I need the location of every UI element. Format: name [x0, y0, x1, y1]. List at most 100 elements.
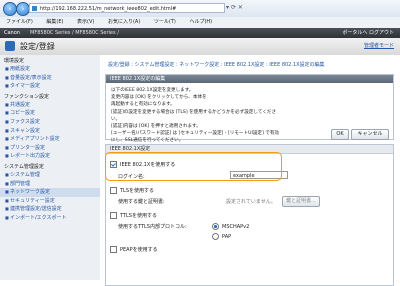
ok-button[interactable]: OK: [331, 129, 349, 140]
sidebar-item-timer[interactable]: ■ タイマー設定: [0, 82, 100, 91]
breadcrumb[interactable]: 設定/登録 : システム管理設定 : ネットワーク設定 : IEEE 802.1…: [108, 61, 325, 68]
menu-edit[interactable]: 編集(E): [46, 19, 63, 25]
sidebar-item-copy[interactable]: ■ コピー設定: [0, 109, 100, 118]
bullet-icon: ■: [5, 66, 9, 71]
pap-option[interactable]: PAP: [212, 233, 231, 240]
notice-panel: IEEE 802.1X設定の編集 以下のIEEE 802.1X設定を変更します。…: [105, 74, 394, 143]
title-bar: 設定/登録 管理者モード: [0, 38, 400, 56]
sidebar-item-dept[interactable]: ■ 部門管理: [0, 180, 100, 189]
bullet-icon: ■: [5, 144, 9, 150]
sidebar-item-media-print[interactable]: ■ メディアプリント設定: [0, 135, 100, 144]
menu-view[interactable]: 表示(V): [77, 19, 94, 25]
home-icon[interactable]: [5, 41, 15, 51]
cert-status: 設定されていません。: [226, 199, 276, 205]
menu-help[interactable]: ヘルプ(H): [189, 19, 212, 25]
ttls-checkbox[interactable]: [110, 212, 117, 219]
bullet-icon: ■: [5, 180, 9, 186]
address-bar: ‹ › http://192.168.222.51/m_network_ieee…: [0, 0, 400, 18]
pap-radio[interactable]: [212, 233, 219, 240]
page-icon: [32, 6, 37, 11]
peap-checkbox[interactable]: [110, 246, 117, 253]
sidebar-item-label: プリンター設定: [10, 144, 46, 151]
sidebar-item-system[interactable]: ■ システム管理: [0, 171, 100, 180]
header-links[interactable]: ポータルへ ログアウト: [342, 28, 394, 38]
bullet-icon: ■: [5, 189, 9, 195]
sidebar-item-label: レポート出力設定: [10, 153, 51, 160]
brand-logo: Canon: [4, 30, 20, 36]
bullet-icon: ■: [5, 171, 9, 177]
sidebar-item-label: 連携管理設定/送信設定: [10, 206, 62, 213]
mschap-radio[interactable]: [212, 223, 219, 230]
sidebar-item-label: 部門管理: [10, 180, 31, 187]
ttls-protocol-label: 使用するTTLS内部プロトコル:: [118, 224, 187, 230]
cancel-button[interactable]: キャンセル: [351, 129, 389, 140]
notice-text: 以下のIEEE 802.1X設定を変更します。 変更内容は [OK] をクリック…: [111, 88, 280, 144]
mschap-label: MSCHAPv2: [222, 224, 250, 230]
main-content: 設定/登録 : システム管理設定 : ネットワーク設定 : IEEE 802.1…: [100, 55, 400, 286]
peap-row[interactable]: PEAPを使用する: [110, 246, 158, 253]
peap-label: PEAPを使用する: [120, 247, 158, 253]
sidebar-item-label: メディアプリント設定: [10, 136, 60, 143]
page-title: 設定/登録: [20, 42, 55, 51]
sidebar-item-report[interactable]: ■ レポート出力設定: [0, 152, 100, 161]
bullet-icon: ■: [5, 74, 9, 80]
browser-window: ‹ › http://192.168.222.51/m_network_ieee…: [0, 0, 400, 286]
url-text: http://192.168.222.51/m_network_ieee802_…: [40, 6, 177, 12]
bullet-icon: ■: [5, 83, 9, 89]
sidebar-item-paper[interactable]: ■ 用紙設定: [0, 65, 100, 74]
sidebar-item-printer[interactable]: ■ プリンター設定: [0, 144, 100, 153]
refresh-icon[interactable]: ⟳: [231, 4, 236, 11]
back-button[interactable]: ‹: [3, 2, 17, 16]
sidebar-item-label: ファクス設定: [10, 118, 40, 125]
cert-button[interactable]: 鍵と証明書...: [282, 196, 320, 207]
pap-label: PAP: [222, 234, 232, 240]
bullet-icon: ■: [5, 214, 9, 220]
sidebar-item-label: タイマー設定: [10, 83, 41, 90]
forward-button[interactable]: ›: [16, 2, 30, 16]
sidebar-group-env: 環境設定: [4, 58, 25, 64]
sidebar-item-label: ネットワーク設定: [10, 189, 51, 196]
sidebar-item-label: インポート/エクスポート: [10, 214, 67, 221]
sidebar: 環境設定 ■ 用紙設定 ■ 音量設定/表示設定 ■ タイマー設定 ファンクション設定 …: [0, 55, 101, 280]
sidebar-group-system: システム管理設定: [4, 163, 44, 170]
bullet-icon: ■: [5, 110, 9, 116]
sidebar-item-fax[interactable]: ■ ファクス設定: [0, 118, 100, 127]
bullet-icon: ■: [5, 101, 9, 107]
sidebar-item-link[interactable]: ■ 連携管理設定/送信設定: [0, 205, 100, 214]
sidebar-item-common[interactable]: ■ 共通設定: [0, 101, 100, 110]
mschap-option[interactable]: MSCHAPv2: [212, 223, 249, 230]
menu-file[interactable]: ファイル(F): [6, 19, 33, 25]
sidebar-item-label: スキャン設定: [10, 127, 41, 134]
menu-favorites[interactable]: お気に入り(A): [108, 19, 140, 25]
address-tools[interactable]: ▾ ⟳ ✕: [226, 3, 264, 13]
sidebar-item-label: コピー設定: [10, 110, 36, 117]
sidebar-item-label: 用紙設定: [10, 66, 31, 72]
sidebar-item-volume[interactable]: ■ 音量設定/表示設定: [0, 74, 100, 83]
cert-label: 使用する鍵と証明書:: [118, 199, 165, 205]
sidebar-item-label: 音量設定/表示設定: [10, 74, 52, 81]
ttls-row[interactable]: TTLSを使用する: [110, 212, 157, 219]
sidebar-item-label: 共通設定: [10, 101, 31, 108]
app-header: Canon MF8580C Series / MF8580C Series / …: [0, 28, 400, 38]
bullet-icon: ■: [5, 118, 9, 124]
menu-tools[interactable]: ツール(T): [154, 19, 176, 25]
tls-row[interactable]: TLSを使用する: [110, 187, 154, 194]
sidebar-item-network[interactable]: ■ ネットワーク設定: [0, 188, 100, 197]
sidebar-item-security[interactable]: ■ セキュリティー設定: [0, 197, 100, 206]
bullet-icon: ■: [5, 136, 9, 142]
ttls-label: TTLSを使用する: [120, 213, 157, 219]
sidebar-group-function: ファンクション設定: [4, 93, 50, 100]
notice-heading: IEEE 802.1X設定の編集: [106, 75, 393, 83]
dropdown-icon[interactable]: ▾: [226, 4, 229, 11]
bullet-icon: ■: [5, 206, 9, 212]
bullet-icon: ■: [5, 153, 9, 159]
tls-checkbox[interactable]: [110, 187, 117, 194]
sidebar-item-label: セキュリティー設定: [10, 197, 55, 204]
sidebar-item-scan[interactable]: ■ スキャン設定: [0, 127, 100, 136]
stop-icon[interactable]: ✕: [238, 4, 243, 11]
tls-label: TLSを使用する: [120, 188, 155, 194]
sidebar-item-import[interactable]: ■ インポート/エクスポート: [0, 214, 100, 223]
bullet-icon: ■: [5, 127, 9, 133]
admin-mode-link[interactable]: 管理者モード: [364, 42, 394, 49]
url-field[interactable]: http://192.168.222.51/m_network_ieee802_…: [29, 3, 225, 13]
